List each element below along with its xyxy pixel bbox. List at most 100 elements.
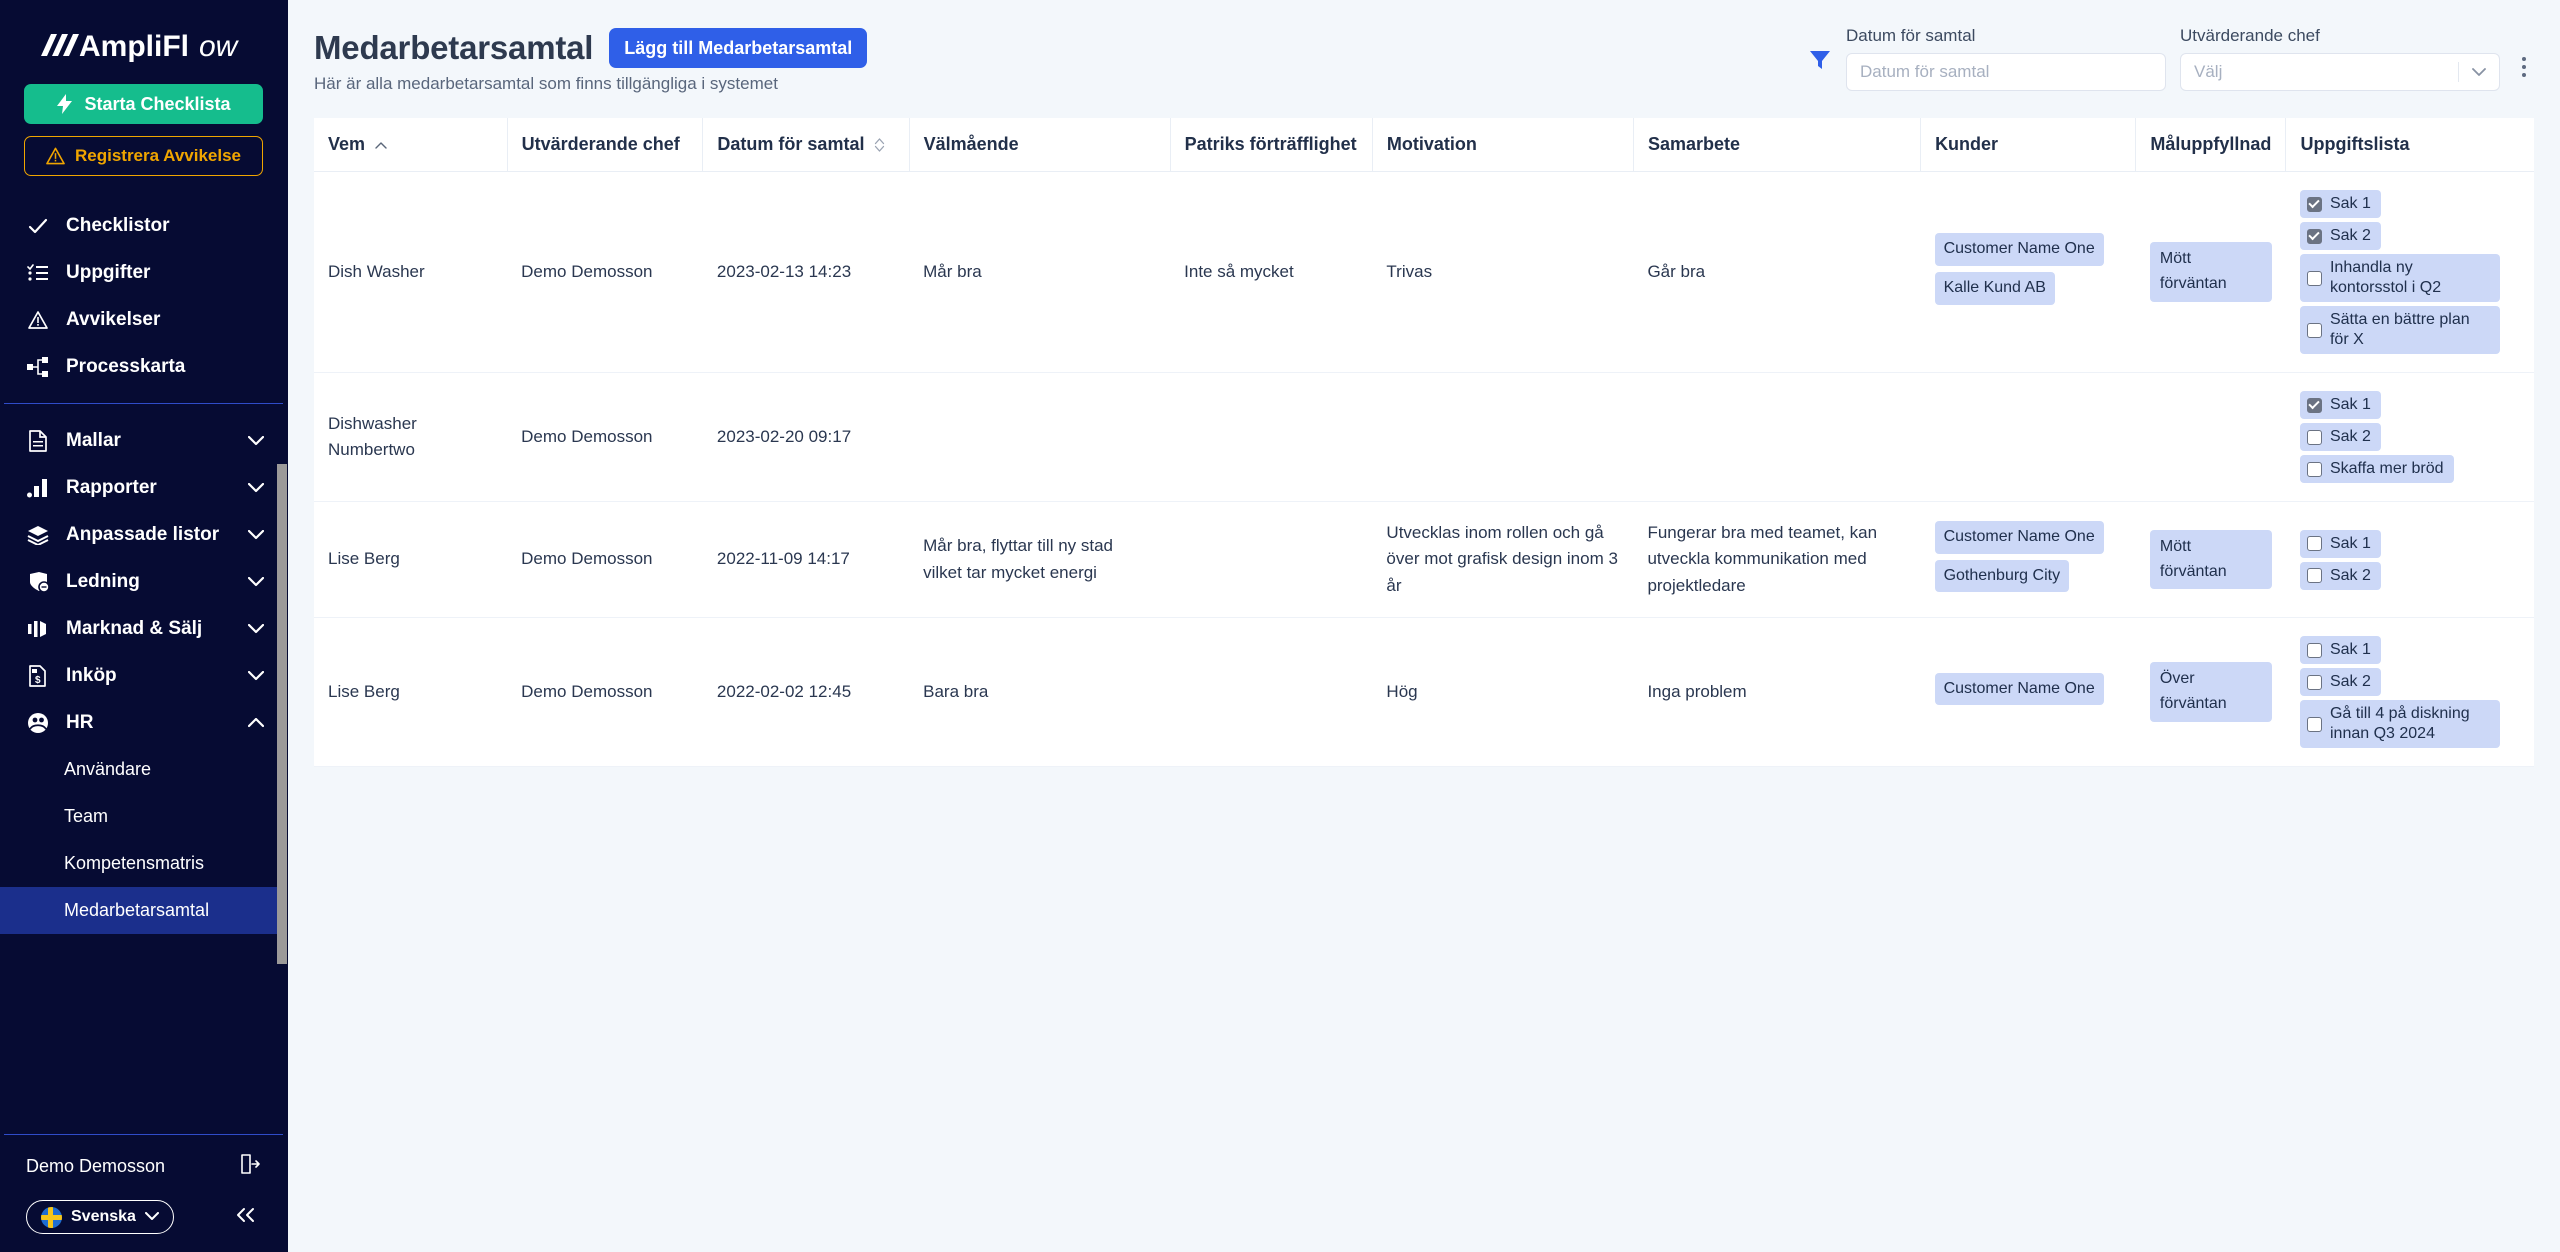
cell-patriks-fortrafflighet: Inte så mycket (1170, 171, 1373, 373)
sidebar-item-marknad-salj[interactable]: Marknad & Sälj (0, 605, 287, 652)
checkbox-checked-icon[interactable] (2306, 196, 2322, 212)
check-icon (26, 215, 50, 237)
task-item[interactable]: Sätta en bättre plan för X (2299, 306, 2500, 354)
column-label: Välmående (923, 134, 1019, 154)
cell-maluppfyllnad (2135, 372, 2286, 502)
kebab-menu-icon[interactable] (2514, 57, 2534, 91)
checkbox-unchecked-icon[interactable] (2306, 568, 2322, 584)
task-item[interactable]: Skaffa mer bröd (2299, 455, 2454, 483)
table-row[interactable]: Lise Berg Demo Demosson 2022-02-02 12:45 Ba… (314, 617, 2534, 768)
cell-vem: Lise Berg (314, 501, 508, 619)
cell-datum: 2022-02-02 12:45 (702, 617, 910, 768)
cell-valmaende: Mår bra (909, 171, 1171, 373)
customer-tag[interactable]: Customer Name One (1934, 672, 2104, 706)
column-header-datum[interactable]: Datum för samtal (702, 118, 910, 172)
sidebar-item-processkarta[interactable]: Processkarta (0, 343, 287, 390)
task-list: Sak 1 Sak 2 Inhandla ny kontorsstol i Q2 Sä… (2299, 190, 2520, 354)
cell-maluppfyllnad: Mött förväntan (2135, 501, 2286, 619)
sort-asc-icon (375, 134, 387, 155)
add-medarbetarsamtal-button[interactable]: Lägg till Medarbetarsamtal (609, 28, 868, 68)
task-item[interactable]: Sak 2 (2299, 222, 2381, 250)
filter-manager-select[interactable]: Välj (2180, 53, 2500, 91)
sidebar-item-avvikelser[interactable]: Avvikelser (0, 296, 287, 343)
column-header-motivation[interactable]: Motivation (1372, 118, 1634, 172)
cell-uppgiftslista: Sak 1 Sak 2 (2285, 501, 2534, 619)
checkbox-unchecked-icon[interactable] (2306, 536, 2322, 552)
column-header-valmaende[interactable]: Välmående (909, 118, 1171, 172)
sidebar-item-medarbetarsamtal[interactable]: Medarbetarsamtal (0, 887, 287, 934)
table-row[interactable]: Dish Washer Demo Demosson 2023-02-13 14:23… (314, 171, 2534, 373)
sidebar-item-uppgifter[interactable]: Uppgifter (0, 249, 287, 296)
filter-date-input[interactable] (1846, 53, 2166, 91)
table-row[interactable]: Dishwasher Numbertwo Demo Demosson 2023-02… (314, 372, 2534, 502)
task-item[interactable]: Sak 2 (2299, 561, 2381, 590)
register-deviation-button[interactable]: Registrera Avvikelse (24, 136, 263, 176)
cell-vem: Dish Washer (314, 171, 508, 373)
task-item[interactable]: Inhandla ny kontorsstol i Q2 (2299, 254, 2500, 302)
sidebar-item-checklistor[interactable]: Checklistor (0, 202, 287, 249)
task-item[interactable]: Sak 1 (2299, 529, 2381, 558)
sidebar-item-rapporter[interactable]: Rapporter (0, 464, 287, 511)
column-label: Patriks förträfflighet (1184, 134, 1357, 154)
column-label: Vem (328, 134, 366, 154)
column-header-utvarderande-chef[interactable]: Utvärderande chef (507, 118, 704, 172)
task-item[interactable]: Sak 1 (2299, 391, 2381, 419)
sidebar-item-kompetensmatris[interactable]: Kompetensmatris (0, 840, 287, 887)
task-item[interactable]: Sak 2 (2299, 423, 2381, 451)
sidebar-label: Mallar (66, 429, 121, 451)
table-head: Vem Utvärderande chef Datum för samtal V… (314, 118, 2534, 172)
task-item[interactable]: Sak 1 (2299, 636, 2381, 665)
task-item[interactable]: Sak 2 (2299, 668, 2381, 697)
chevron-down-icon (2459, 67, 2499, 77)
cell-uppgiftslista: Sak 1 Sak 2 Skaffa mer bröd (2285, 372, 2534, 502)
column-label: Samarbete (1647, 134, 1740, 154)
filter-funnel-icon[interactable] (1808, 48, 1832, 91)
process-map-icon (26, 356, 50, 377)
task-item[interactable]: Gå till 4 på diskning innan Q3 2024 (2299, 700, 2500, 749)
sidebar-label: HR (66, 711, 94, 733)
sidebar-item-mallar[interactable]: Mallar (0, 417, 287, 464)
sidebar-label: Avvikelser (66, 308, 161, 330)
sidebar-sublabel: Team (64, 806, 109, 826)
column-header-patriks-fortrafflighet[interactable]: Patriks förträfflighet (1170, 118, 1373, 172)
checkbox-checked-icon[interactable] (2306, 228, 2322, 244)
sidebar-item-team[interactable]: Team (0, 793, 287, 840)
megaphone-icon (26, 619, 50, 639)
lightning-icon (57, 94, 73, 114)
cell-vem: Dishwasher Numbertwo (314, 372, 508, 502)
sidebar-item-hr[interactable]: HR (0, 699, 287, 746)
checkbox-unchecked-icon[interactable] (2306, 270, 2322, 286)
column-header-kunder[interactable]: Kunder (1920, 118, 2137, 172)
sidebar-item-ledning[interactable]: Ledning (0, 558, 287, 605)
filter-manager-value: Välj (2194, 62, 2223, 81)
column-header-vem[interactable]: Vem (314, 118, 508, 172)
sidebar-item-inkop[interactable]: $ Inköp (0, 652, 287, 699)
customer-tag[interactable]: Customer Name One (1934, 233, 2104, 266)
cell-datum: 2022-11-09 14:17 (702, 501, 910, 619)
checkbox-unchecked-icon[interactable] (2306, 429, 2322, 445)
column-header-samarbete[interactable]: Samarbete (1633, 118, 1922, 172)
column-header-maluppfyllnad[interactable]: Måluppfyllnad (2135, 118, 2287, 172)
collapse-sidebar-button[interactable] (231, 1205, 261, 1229)
sidebar-item-anvandare[interactable]: Användare (0, 746, 287, 793)
checkbox-unchecked-icon[interactable] (2306, 322, 2322, 338)
checkbox-checked-icon[interactable] (2306, 397, 2322, 413)
brand-logo[interactable]: AmpliFl ow (0, 0, 287, 84)
checkbox-unchecked-icon[interactable] (2306, 642, 2322, 658)
task-label: Skaffa mer bröd (2329, 460, 2444, 477)
checkbox-unchecked-icon[interactable] (2306, 461, 2322, 477)
column-header-uppgiftslista[interactable]: Uppgiftslista (2285, 118, 2534, 172)
sidebar-label: Processkarta (66, 355, 186, 377)
checkbox-unchecked-icon[interactable] (2306, 716, 2322, 732)
customer-tag[interactable]: Gothenburg City (1934, 559, 2070, 593)
checkbox-unchecked-icon[interactable] (2306, 674, 2322, 690)
medarbetarsamtal-table: Vem Utvärderande chef Datum för samtal V… (314, 118, 2534, 768)
logout-icon[interactable] (239, 1153, 261, 1180)
language-selector[interactable]: Svenska (26, 1200, 174, 1234)
customer-tag[interactable]: Customer Name One (1934, 520, 2104, 554)
task-item[interactable]: Sak 1 (2299, 190, 2381, 218)
customer-tag[interactable]: Kalle Kund AB (1934, 272, 2055, 305)
start-checklist-button[interactable]: Starta Checklista (24, 84, 263, 124)
table-row[interactable]: Lise Berg Demo Demosson 2022-11-09 14:17 Må… (314, 501, 2534, 619)
sidebar-item-anpassade-listor[interactable]: Anpassade listor (0, 511, 287, 558)
